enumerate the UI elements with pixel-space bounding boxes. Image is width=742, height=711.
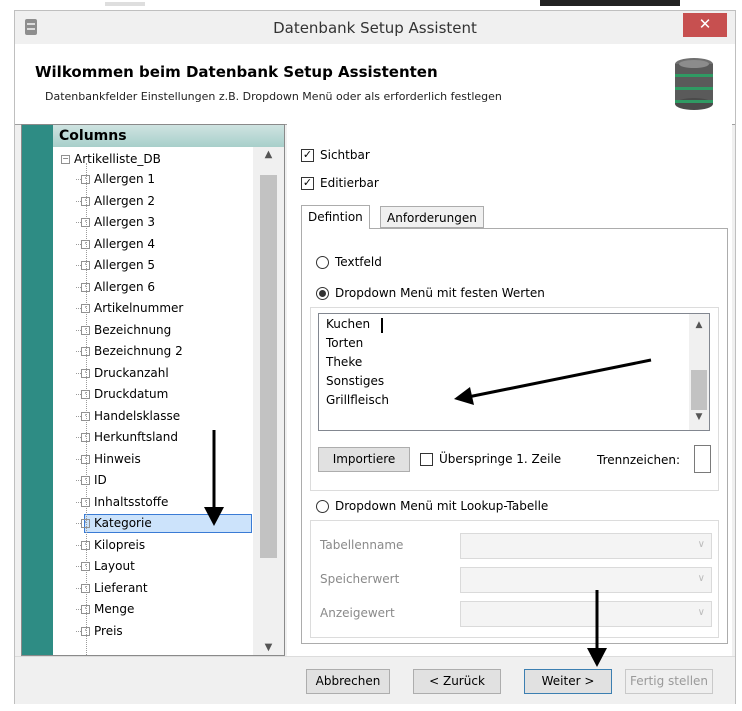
tab-definition[interactable]: Defintion: [301, 205, 370, 229]
annotation-arrows: [204, 358, 652, 667]
arrow-left-icon: [454, 358, 652, 405]
arrow-down-icon: [204, 430, 224, 526]
arrow-down-icon: [587, 590, 607, 667]
